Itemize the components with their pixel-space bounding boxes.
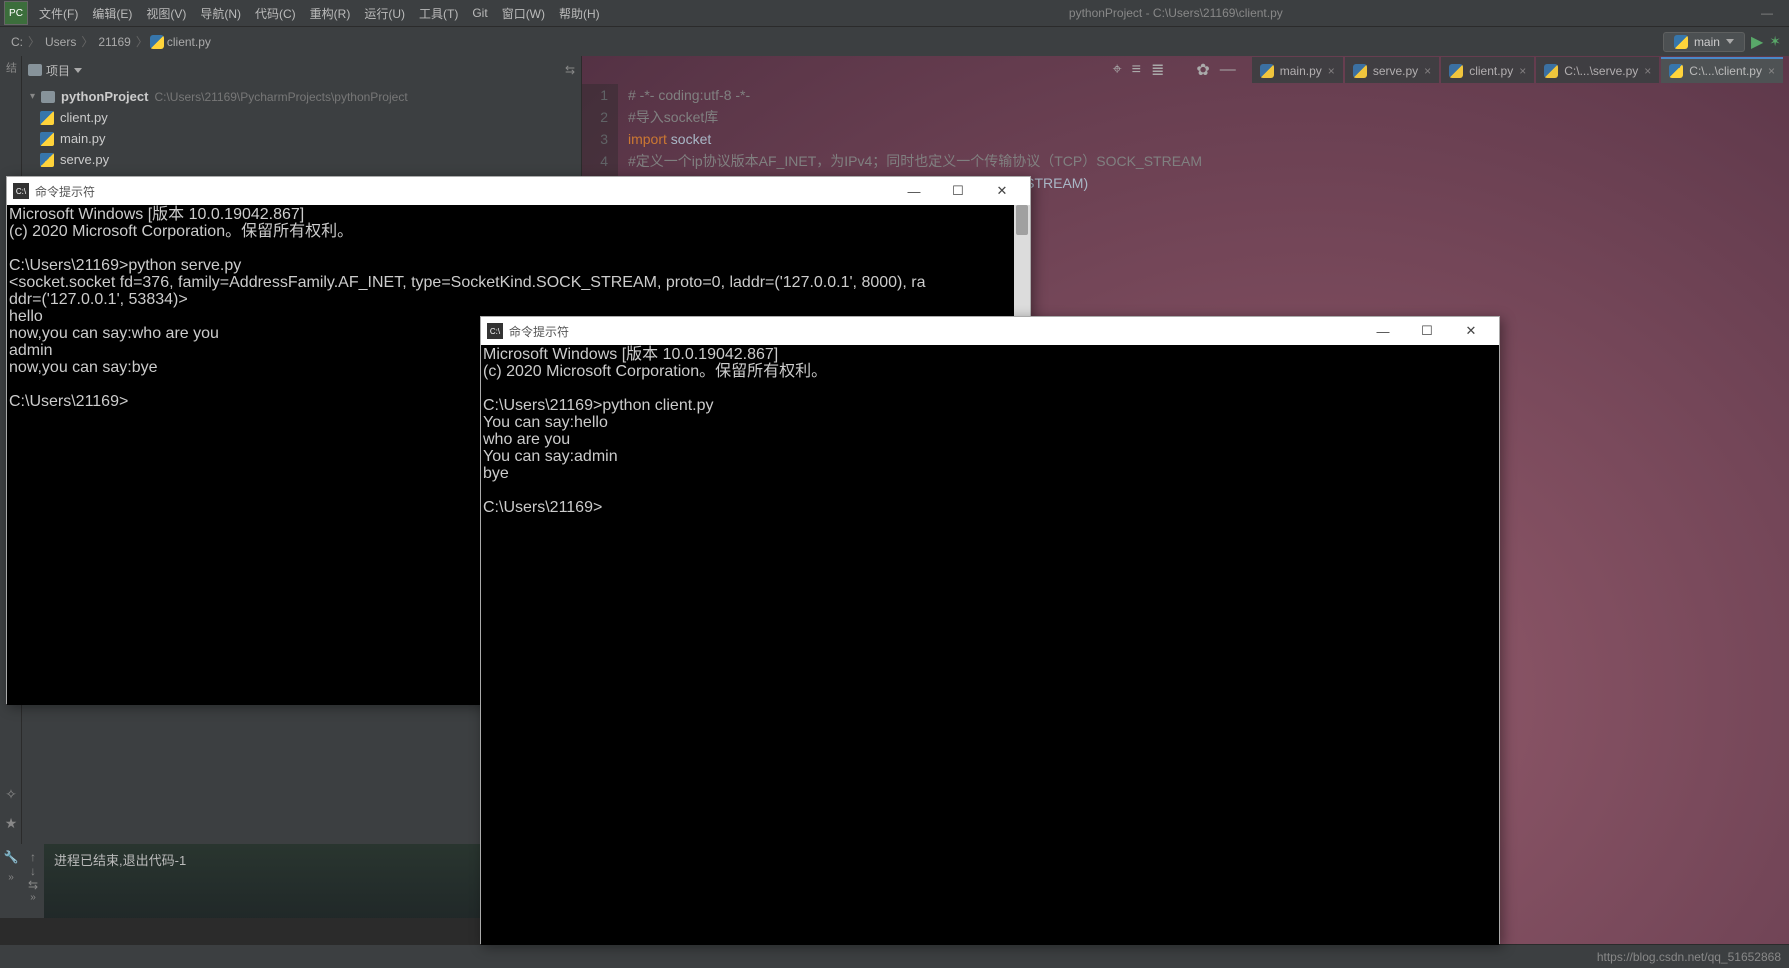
tab-serve[interactable]: serve.py× bbox=[1345, 57, 1439, 83]
gutter-structure[interactable]: 结 bbox=[3, 62, 19, 73]
python-file-icon bbox=[1353, 64, 1367, 78]
project-tree: ▾ pythonProject C:\Users\21169\PycharmPr… bbox=[22, 84, 581, 172]
menu-bar: PC 文件(F) 编辑(E) 视图(V) 导航(N) 代码(C) 重构(R) 运… bbox=[0, 0, 1789, 26]
python-file-icon bbox=[1449, 64, 1463, 78]
cmd1-close[interactable]: ✕ bbox=[980, 177, 1024, 205]
tab-main[interactable]: main.py× bbox=[1252, 57, 1343, 83]
cmd2-title-text: 命令提示符 bbox=[509, 323, 569, 340]
crumb-0[interactable]: C: bbox=[8, 35, 26, 49]
cmd2-minimize[interactable]: — bbox=[1361, 317, 1405, 345]
tab-client[interactable]: client.py× bbox=[1441, 57, 1534, 83]
python-file-icon bbox=[1669, 64, 1683, 78]
run-output[interactable]: 进程已结束,退出代码-1 bbox=[44, 844, 480, 918]
crumb-2[interactable]: 21169 bbox=[95, 35, 133, 49]
run-tool-window: 🔧 » ↑ ↓ ⇆ » 进程已结束,退出代码-1 bbox=[0, 844, 480, 944]
close-tab-icon[interactable]: × bbox=[1644, 64, 1651, 78]
close-tab-icon[interactable]: × bbox=[1328, 64, 1335, 78]
menu-run[interactable]: 运行(U) bbox=[357, 5, 412, 22]
python-file-icon bbox=[40, 132, 54, 146]
cmd1-title-text: 命令提示符 bbox=[35, 183, 95, 200]
cmd-icon: C:\ bbox=[13, 183, 29, 199]
cmd2-titlebar[interactable]: C:\ 命令提示符 — ☐ ✕ bbox=[481, 317, 1499, 345]
run-config-dropdown[interactable]: main bbox=[1663, 32, 1745, 52]
menu-edit[interactable]: 编辑(E) bbox=[85, 5, 139, 22]
tree-root-path: C:\Users\21169\PycharmProjects\pythonPro… bbox=[154, 90, 407, 104]
python-file-icon bbox=[40, 153, 54, 167]
cmd-window-client[interactable]: C:\ 命令提示符 — ☐ ✕ Microsoft Windows [版本 10… bbox=[480, 316, 1500, 944]
cmd2-body[interactable]: Microsoft Windows [版本 10.0.19042.867] (c… bbox=[481, 345, 1499, 945]
down-icon[interactable]: ↓ bbox=[30, 864, 36, 878]
menu-code[interactable]: 代码(C) bbox=[248, 5, 303, 22]
breadcrumb-bar: C:〉 Users〉 21169〉 client.py main ▶ ✶ bbox=[0, 26, 1789, 56]
project-panel-header[interactable]: 项目 ⇆ bbox=[22, 56, 581, 84]
close-tab-icon[interactable]: × bbox=[1424, 64, 1431, 78]
chevron-down-icon bbox=[74, 68, 82, 73]
filter-icon[interactable]: ≡ bbox=[1132, 61, 1141, 79]
collapse-icon[interactable]: ≣ bbox=[1151, 60, 1164, 80]
minimize-button[interactable]: — bbox=[1745, 2, 1789, 24]
python-file-icon bbox=[1260, 64, 1274, 78]
wrench-icon[interactable]: 🔧 bbox=[4, 850, 19, 864]
bookmark-icon[interactable]: ✧ bbox=[5, 786, 17, 803]
gear-icon[interactable]: ✿ bbox=[1196, 60, 1209, 80]
wrap-icon[interactable]: ⇆ bbox=[28, 878, 38, 892]
menu-help[interactable]: 帮助(H) bbox=[552, 5, 607, 22]
cmd2-maximize[interactable]: ☐ bbox=[1405, 317, 1449, 345]
cmd-icon: C:\ bbox=[487, 323, 503, 339]
python-icon bbox=[1674, 35, 1688, 49]
python-file-icon bbox=[1544, 64, 1558, 78]
menu-view[interactable]: 视图(V) bbox=[139, 5, 193, 22]
run-gutter-left: 🔧 » bbox=[0, 844, 22, 918]
chevron-down-icon bbox=[1726, 39, 1734, 44]
tree-settings-icon[interactable]: ⇆ bbox=[565, 63, 575, 77]
cmd1-maximize[interactable]: ☐ bbox=[936, 177, 980, 205]
folder-icon bbox=[28, 64, 42, 76]
python-file-icon bbox=[40, 111, 54, 125]
status-url: https://blog.csdn.net/qq_51652868 bbox=[1597, 950, 1781, 964]
tree-file-serve[interactable]: serve.py bbox=[22, 149, 581, 170]
cmd2-close[interactable]: ✕ bbox=[1449, 317, 1493, 345]
cmd1-titlebar[interactable]: C:\ 命令提示符 — ☐ ✕ bbox=[7, 177, 1030, 205]
title-path: pythonProject - C:\Users\21169\client.py bbox=[607, 6, 1745, 20]
tree-root-name: pythonProject bbox=[61, 89, 148, 104]
pycharm-icon: PC bbox=[4, 1, 28, 25]
run-button[interactable]: ▶ bbox=[1751, 32, 1763, 52]
exit-message: 进程已结束,退出代码-1 bbox=[54, 850, 470, 869]
crumb-1[interactable]: Users bbox=[42, 35, 79, 49]
tab-servepath[interactable]: C:\...\serve.py× bbox=[1536, 57, 1659, 83]
close-tab-icon[interactable]: × bbox=[1768, 64, 1775, 78]
crumb-3[interactable]: client.py bbox=[164, 35, 214, 49]
project-panel-label: 项目 bbox=[46, 62, 70, 79]
menu-navigate[interactable]: 导航(N) bbox=[193, 5, 248, 22]
tree-root[interactable]: ▾ pythonProject C:\Users\21169\PycharmPr… bbox=[22, 86, 581, 107]
cmd1-minimize[interactable]: — bbox=[892, 177, 936, 205]
menu-window[interactable]: 窗口(W) bbox=[495, 5, 552, 22]
menu-file[interactable]: 文件(F) bbox=[32, 5, 85, 22]
tab-clientpath[interactable]: C:\...\client.py× bbox=[1661, 57, 1783, 83]
python-file-icon bbox=[150, 35, 164, 49]
menu-tools[interactable]: 工具(T) bbox=[412, 5, 465, 22]
close-tab-icon[interactable]: × bbox=[1519, 64, 1526, 78]
debug-button[interactable]: ✶ bbox=[1769, 33, 1781, 50]
menu-refactor[interactable]: 重构(R) bbox=[303, 5, 358, 22]
target-icon[interactable]: ⌖ bbox=[1113, 61, 1122, 79]
up-icon[interactable]: ↑ bbox=[30, 850, 36, 864]
tree-file-client[interactable]: client.py bbox=[22, 107, 581, 128]
minimize-panel-icon[interactable]: — bbox=[1220, 61, 1236, 79]
menu-git[interactable]: Git bbox=[465, 6, 494, 20]
star-icon[interactable]: ★ bbox=[5, 815, 18, 832]
status-bar: https://blog.csdn.net/qq_51652868 bbox=[0, 944, 1789, 968]
run-gutter-right: ↑ ↓ ⇆ » bbox=[22, 844, 44, 918]
folder-icon bbox=[41, 91, 55, 103]
run-config-label: main bbox=[1694, 35, 1720, 49]
tree-file-main[interactable]: main.py bbox=[22, 128, 581, 149]
